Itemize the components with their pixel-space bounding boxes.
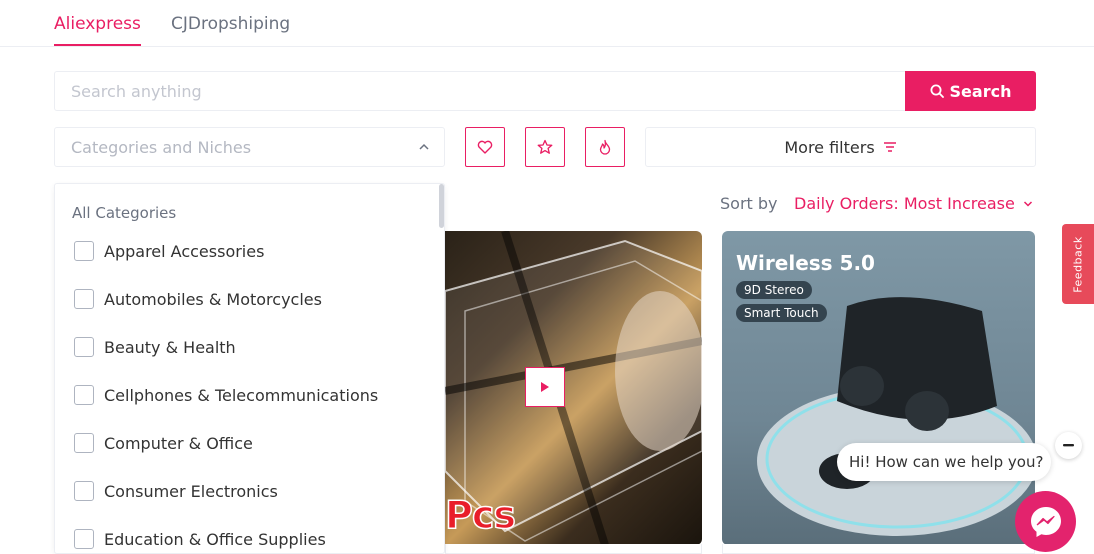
search-icon [930, 84, 944, 98]
heart-icon [477, 140, 493, 154]
category-select-placeholder: Categories and Niches [71, 137, 252, 157]
minus-icon [1063, 444, 1074, 447]
search-input[interactable] [54, 71, 906, 111]
chat-close-button[interactable] [1055, 432, 1082, 459]
chat-greeting-bubble[interactable]: Hi! How can we help you? [837, 443, 1051, 481]
feedback-tab[interactable]: Feedback [1062, 224, 1094, 304]
play-video-button[interactable] [525, 367, 565, 407]
checkbox[interactable] [74, 241, 94, 261]
category-option[interactable]: Computer & Office [74, 433, 253, 453]
source-tabs: Aliexpress CJDropshiping [0, 0, 1094, 47]
category-option[interactable]: Consumer Electronics [74, 481, 278, 501]
product-tag: Smart Touch [736, 304, 827, 322]
product-image [757, 297, 1035, 536]
product-tag: 9D Stereo [736, 281, 812, 299]
categories-dropdown: All Categories Apparel Accessories Autom… [54, 183, 445, 554]
product-card-footer [445, 544, 702, 554]
favorites-filter-button[interactable] [465, 127, 505, 167]
checkbox[interactable] [74, 481, 94, 501]
category-option[interactable]: Automobiles & Motorcycles [74, 289, 322, 309]
star-icon [537, 139, 553, 154]
chat-greeting-text: Hi! How can we help you? [849, 453, 1044, 471]
chevron-down-icon [1023, 200, 1032, 207]
category-option[interactable]: Beauty & Health [74, 337, 236, 357]
checkbox[interactable] [74, 529, 94, 549]
tab-cjdropshipping[interactable]: CJDropshiping [171, 14, 290, 44]
category-option-label: Beauty & Health [104, 337, 236, 357]
category-select[interactable]: Categories and Niches [54, 127, 445, 167]
checkbox[interactable] [74, 337, 94, 357]
flame-icon [599, 139, 611, 155]
category-option-label: Cellphones & Telecommunications [104, 385, 379, 405]
sort-value: Daily Orders: Most Increase [794, 194, 1015, 213]
category-option-label: Apparel Accessories [104, 241, 265, 261]
category-option-label: Education & Office Supplies [104, 529, 326, 549]
category-option-label: Consumer Electronics [104, 481, 278, 501]
messenger-chat-button[interactable] [1015, 491, 1076, 552]
category-option[interactable]: Education & Office Supplies [74, 529, 326, 549]
dropdown-heading: All Categories [72, 204, 177, 222]
trending-filter-button[interactable] [585, 127, 625, 167]
product-card[interactable]: Pcs [445, 231, 702, 545]
search-button-label: Search [949, 81, 1012, 101]
filter-icon [883, 142, 896, 152]
checkbox[interactable] [74, 433, 94, 453]
checkbox[interactable] [74, 385, 94, 405]
starred-filter-button[interactable] [525, 127, 565, 167]
more-filters-button[interactable]: More filters [645, 127, 1036, 167]
product-card-footer [722, 544, 1035, 554]
category-option[interactable]: Apparel Accessories [74, 241, 264, 261]
product-title: Wireless 5.0 [736, 251, 875, 275]
play-icon [541, 382, 549, 392]
feedback-label: Feedback [1071, 235, 1085, 293]
sort-select[interactable]: Daily Orders: Most Increase [794, 194, 1033, 213]
chevron-up-icon [419, 143, 429, 150]
dropdown-scrollbar[interactable] [439, 184, 444, 228]
category-option-label: Computer & Office [104, 433, 253, 453]
tab-aliexpress[interactable]: Aliexpress [54, 14, 141, 46]
checkbox[interactable] [74, 289, 94, 309]
category-option[interactable]: Cellphones & Telecommunications [74, 385, 378, 405]
product-overlay-text: Pcs [445, 492, 517, 538]
product-card[interactable]: Wireless 5.0 9D Stereo Smart Touch [722, 231, 1035, 545]
category-option-label: Automobiles & Motorcycles [104, 289, 322, 309]
sort-label: Sort by [720, 194, 778, 213]
messenger-icon [1030, 506, 1061, 537]
search-button[interactable]: Search [905, 71, 1036, 111]
more-filters-label: More filters [784, 137, 875, 157]
